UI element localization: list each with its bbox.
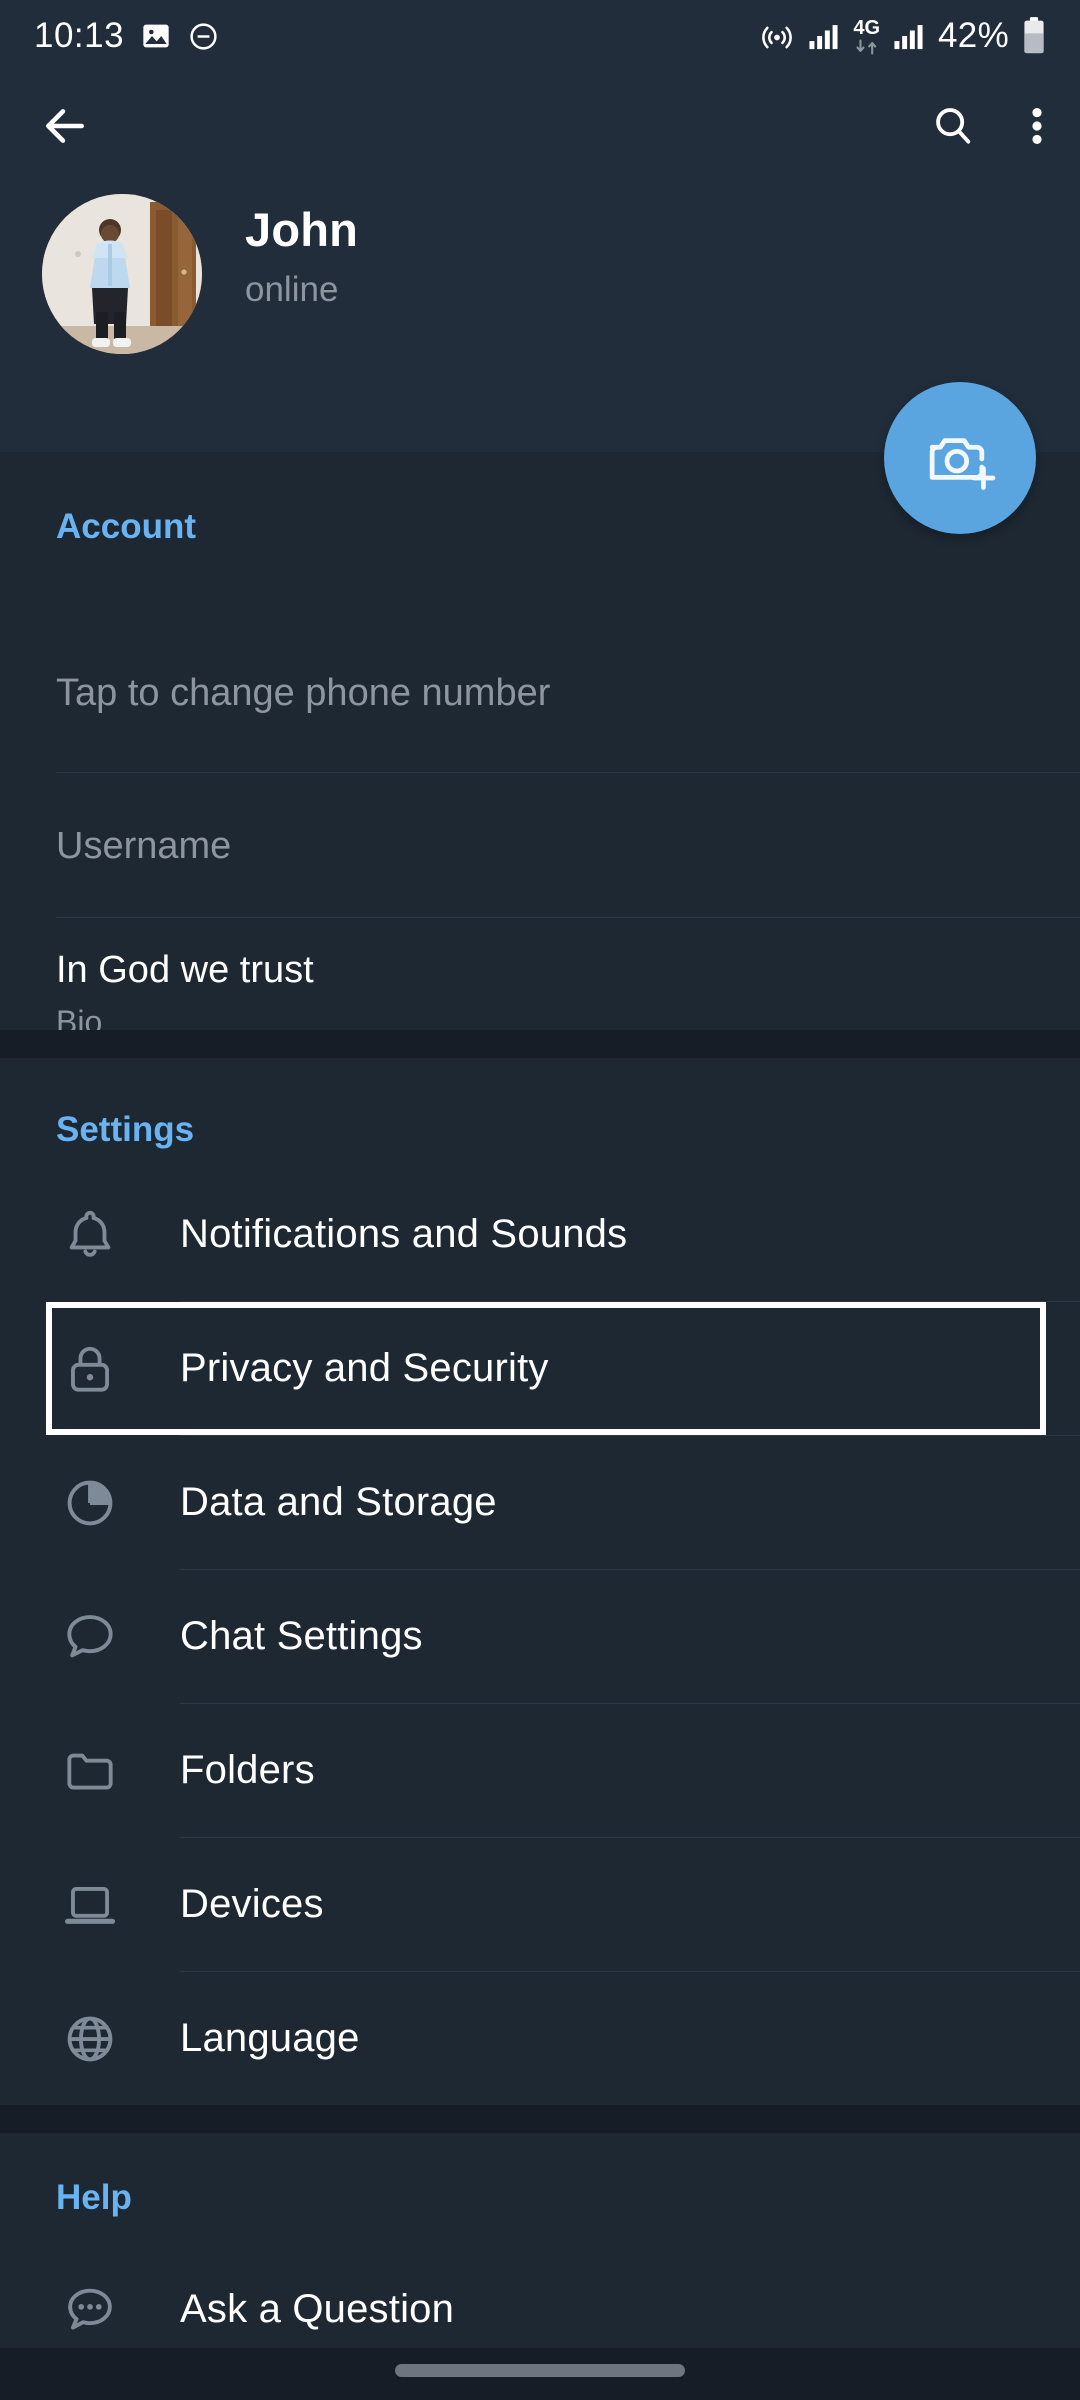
globe-icon <box>0 2008 180 2070</box>
sidebar-item-label: Privacy and Security <box>180 1346 549 1390</box>
sidebar-item-label: Folders <box>180 1748 315 1792</box>
status-bar-left: 10:13 <box>34 16 219 56</box>
username-row[interactable]: Username <box>0 772 1080 917</box>
settings-section: Settings Notifications and Sounds Privac… <box>0 1058 1080 2105</box>
network-type-label: 4G <box>853 16 881 39</box>
telegram-settings-screen: 10:13 4G 42% John online Account Tap to … <box>0 0 1080 2400</box>
sidebar-item-language[interactable]: Language <box>0 1972 1080 2105</box>
sidebar-item-label: Data and Storage <box>180 1480 497 1524</box>
account-section-title: Account <box>56 507 196 546</box>
sidebar-item-label: Language <box>180 2016 360 2060</box>
settings-section-title: Settings <box>56 1110 195 1149</box>
folder-icon <box>0 1740 180 1802</box>
sidebar-item-notifications[interactable]: Notifications and Sounds <box>0 1168 1080 1301</box>
bell-icon <box>0 1204 180 1266</box>
sidebar-item-privacy-and-security[interactable]: Privacy and Security <box>0 1302 1080 1435</box>
home-gesture-pill[interactable] <box>395 2364 685 2377</box>
phone-number-row[interactable]: Tap to change phone number <box>0 622 1080 747</box>
image-icon <box>140 20 172 52</box>
profile-name: John <box>245 203 359 256</box>
question-bubble-icon <box>0 2279 180 2341</box>
phone-number-placeholder: Tap to change phone number <box>56 672 551 714</box>
back-arrow-icon <box>40 101 90 151</box>
search-icon <box>930 103 976 149</box>
battery-percent-label: 42% <box>938 16 1009 55</box>
4g-data-icon: 4G <box>853 18 880 55</box>
profile-online-status: online <box>245 270 339 309</box>
status-bar: 10:13 4G 42% <box>0 0 1080 72</box>
sidebar-item-data-and-storage[interactable]: Data and Storage <box>0 1436 1080 1569</box>
signal-bars-2-icon <box>893 21 925 51</box>
status-bar-clock: 10:13 <box>34 16 125 55</box>
camera-plus-icon <box>922 420 998 496</box>
more-vertical-icon <box>1028 103 1046 149</box>
help-section: Help Ask a Question <box>0 2133 1080 2348</box>
set-profile-photo-fab[interactable] <box>884 382 1036 534</box>
hotspot-icon <box>759 18 795 54</box>
sidebar-item-label: Notifications and Sounds <box>180 1212 628 1256</box>
search-button[interactable] <box>930 103 976 149</box>
laptop-icon <box>0 1874 180 1936</box>
pie-chart-icon <box>0 1472 180 1534</box>
sidebar-item-label: Ask a Question <box>180 2287 455 2331</box>
toolbar-actions <box>930 103 1046 149</box>
account-section: Account Tap to change phone number Usern… <box>0 452 1080 1040</box>
system-navigation-bar <box>0 2348 1080 2400</box>
status-bar-right: 4G 42% <box>759 16 1046 56</box>
battery-icon <box>1022 17 1046 55</box>
speech-bubble-icon <box>0 1606 180 1668</box>
bio-value: In God we trust <box>56 949 314 991</box>
sidebar-item-folders[interactable]: Folders <box>0 1704 1080 1837</box>
sidebar-item-label: Chat Settings <box>180 1614 423 1658</box>
do-not-disturb-icon <box>188 21 219 52</box>
lock-icon <box>0 1338 180 1400</box>
section-separator-band <box>0 1030 1080 1058</box>
sidebar-item-devices[interactable]: Devices <box>0 1838 1080 1971</box>
bio-row[interactable]: In God we trust Bio <box>0 917 1080 1040</box>
section-separator-band <box>0 2105 1080 2133</box>
sidebar-item-chat-settings[interactable]: Chat Settings <box>0 1570 1080 1703</box>
back-button[interactable] <box>40 101 90 151</box>
overflow-menu-button[interactable] <box>1028 103 1046 149</box>
help-section-title: Help <box>56 2178 132 2217</box>
sidebar-item-label: Devices <box>180 1882 324 1926</box>
signal-bars-icon <box>808 21 840 51</box>
avatar[interactable] <box>42 194 202 354</box>
username-placeholder: Username <box>56 825 232 867</box>
app-toolbar <box>0 72 1080 180</box>
